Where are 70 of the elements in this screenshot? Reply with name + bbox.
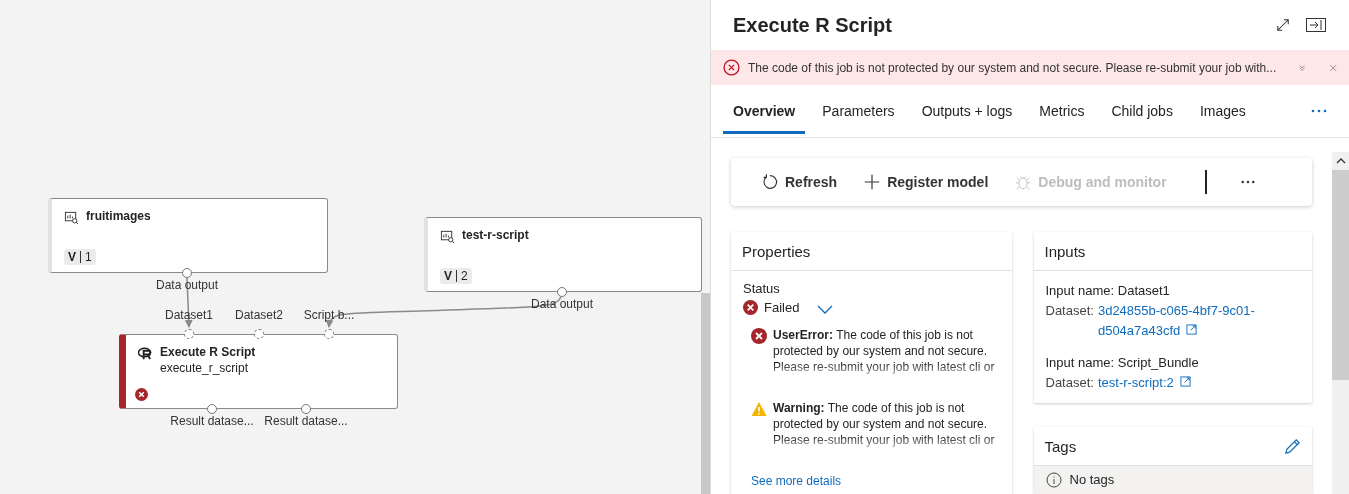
message-text: UserError: The code of this job is not protected by our system and not secure. Please re-submit your job with latest cli or — [773, 327, 996, 376]
dataset-link[interactable]: test-r-script:2 — [1097, 373, 1273, 393]
scrollbar[interactable] — [701, 293, 710, 494]
dataset-label: Dataset: — [1045, 302, 1094, 320]
status-value: Failed — [764, 299, 800, 315]
tab[interactable]: Overview — [723, 88, 806, 134]
collapse-panel-icon[interactable] — [1306, 18, 1326, 32]
port-label: Data output — [531, 297, 593, 311]
scroll-up-icon[interactable] — [1335, 158, 1346, 164]
plus-icon — [863, 173, 882, 191]
node-subtitle: execute_r_script — [160, 361, 250, 375]
chevron-down-icon[interactable] — [817, 305, 834, 315]
error-icon — [723, 59, 740, 76]
port-label: Data output — [156, 278, 218, 292]
tab[interactable]: Child jobs — [1101, 88, 1183, 134]
panel-title: Execute R Script — [733, 13, 893, 37]
error-icon — [751, 328, 767, 344]
message-text: Warning: The code of this job is not protected by our system and not secure. Please re-submit your job with latest cli or — [773, 400, 996, 449]
node-title: fruitimages — [86, 209, 151, 223]
input-port[interactable] — [184, 329, 194, 339]
tab[interactable]: Images — [1189, 88, 1256, 134]
port-label: Result datase... — [264, 414, 348, 428]
status-label: Status — [743, 281, 781, 296]
port-label: Dataset1 — [165, 308, 213, 322]
toolbar-button[interactable]: Register model — [857, 169, 995, 195]
port-label: Result datase... — [170, 414, 254, 428]
port-label: Script b... — [303, 308, 355, 322]
card-title: Properties — [742, 242, 811, 260]
info-icon — [1045, 472, 1062, 488]
refresh-icon — [761, 173, 779, 191]
module-node[interactable]: Execute R Script execute_r_script — [119, 334, 398, 409]
more-icon[interactable] — [1311, 109, 1327, 113]
module-node[interactable]: fruitimages V 1 — [48, 198, 328, 273]
tab[interactable]: Parameters — [812, 88, 905, 134]
dataset-link[interactable]: 3d24855b-c065-4bf7-9c01-d504a7a43cfd — [1097, 301, 1273, 341]
tab[interactable]: Metrics — [1029, 88, 1095, 134]
expand-icon[interactable] — [1276, 18, 1290, 32]
scrollbar[interactable] — [1332, 152, 1349, 494]
input-name: Input name: Script_Bundle — [1045, 354, 1200, 372]
toolbar-button[interactable]: Refresh — [755, 169, 844, 195]
external-link-icon[interactable] — [1186, 324, 1198, 335]
more-icon[interactable] — [1240, 180, 1255, 184]
module-node[interactable]: test-r-script V 2 — [424, 217, 702, 292]
version-badge: V 1 — [64, 249, 96, 265]
input-name: Input name: Dataset1 — [1045, 282, 1171, 300]
dataset-icon — [440, 229, 455, 244]
output-port[interactable] — [301, 404, 311, 414]
edit-icon[interactable] — [1284, 437, 1301, 455]
output-port[interactable] — [207, 404, 217, 414]
dataset-label: Dataset: — [1045, 374, 1094, 392]
port-label: Dataset2 — [235, 308, 283, 322]
see-more-link[interactable]: See more details — [751, 474, 842, 488]
card-title: Inputs — [1044, 242, 1086, 260]
error-icon — [743, 299, 758, 315]
node-title: Execute R Script — [160, 345, 256, 359]
tab[interactable]: Outputs + logs — [911, 88, 1023, 134]
output-port[interactable] — [557, 287, 567, 297]
r-logo-icon — [138, 346, 153, 361]
version-badge: V 2 — [440, 268, 472, 284]
output-port[interactable] — [182, 268, 192, 278]
warning-icon — [751, 401, 767, 417]
dataset-icon — [64, 210, 79, 225]
input-port[interactable] — [254, 329, 264, 339]
node-title: test-r-script — [462, 228, 529, 242]
bug-icon — [1014, 173, 1033, 191]
input-port[interactable] — [324, 329, 334, 339]
external-link-icon[interactable] — [1179, 376, 1191, 387]
banner-message: The code of this job is not protected by our system and not secure. Please re-submit your job with... — [748, 60, 1277, 75]
empty-tags-text: No tags — [1069, 472, 1115, 487]
card-title: Tags — [1044, 437, 1077, 455]
